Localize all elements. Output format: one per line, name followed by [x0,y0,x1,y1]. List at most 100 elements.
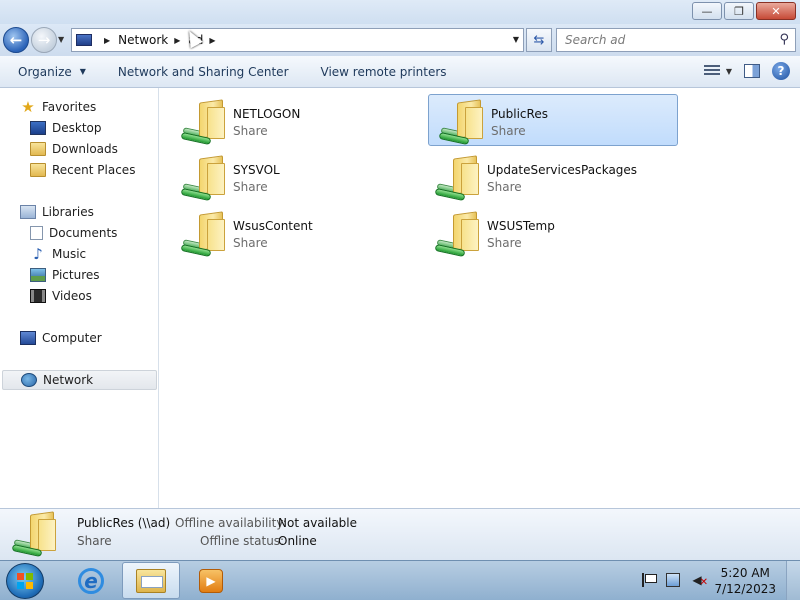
share-item-wsustemp[interactable]: WSUSTemp Share [424,206,674,258]
offline-status-label: Offline status: [200,534,285,548]
network-share-folder-icon [179,155,229,203]
network-status-icon[interactable] [666,573,680,587]
share-name: PublicRes [491,107,548,121]
share-name: NETLOGON [233,107,301,121]
window-controls: — ❐ ✕ [692,2,796,20]
taskbar-windows-explorer[interactable] [122,562,180,599]
navigation-bar: ← → ▼ ▶ Network ▶ ad ▶ ▼ ⇆ ⚲ [0,24,800,56]
notification-area: ◀ ✕ [642,573,708,588]
search-box[interactable]: ⚲ [556,28,796,52]
share-item-wsuscontent[interactable]: WsusContent Share [170,206,420,258]
taskbar: e ▶ ◀ ✕ 5:20 AM 7/12/2023 [0,560,800,600]
music-note-icon: ♪ [33,245,43,263]
sidebar-item-music[interactable]: ♪ Music [30,244,86,264]
sidebar-item-desktop[interactable]: Desktop [30,118,102,138]
show-desktop-button[interactable] [786,561,800,600]
maximize-button[interactable]: ❐ [724,2,754,20]
navigation-pane: ★ Favorites Desktop Downloads Recent Pla… [0,88,159,508]
sidebar-item-label: Downloads [52,142,118,156]
sidebar-item-label: Network [43,373,94,387]
desktop-icon [30,121,46,135]
network-sharing-center-button[interactable]: Network and Sharing Center [100,65,303,79]
sidebar-item-videos[interactable]: Videos [30,286,92,306]
address-bar[interactable]: ▶ Network ▶ ad ▶ ▼ [71,28,524,52]
title-bar: — ❐ ✕ [0,0,800,24]
breadcrumb-network[interactable]: Network [118,33,168,47]
refresh-button[interactable]: ⇆ [526,28,552,52]
share-type: Share [487,236,522,250]
change-view-icon[interactable] [703,64,720,78]
details-item-type: Share [77,534,112,548]
star-icon: ★ [21,98,35,116]
action-center-flag-icon[interactable] [642,573,657,587]
share-type: Share [487,180,522,194]
offline-status-value: Online [278,534,317,548]
share-item-netlogon[interactable]: NETLOGON Share [170,94,420,146]
network-location-icon [76,34,92,46]
details-pane: PublicRes (\\ad) Share Offline availabil… [0,508,800,560]
share-type: Share [233,236,268,250]
breadcrumb-separator-icon[interactable]: ▶ [209,36,215,45]
volume-muted-icon[interactable]: ◀ ✕ [690,573,708,588]
back-button[interactable]: ← [3,27,29,53]
film-icon [30,289,46,303]
view-controls: ▼ ? [703,62,790,80]
preview-pane-icon[interactable] [744,64,760,78]
network-share-folder-icon [433,155,483,203]
picture-icon [30,268,46,282]
network-share-folder-icon [179,99,229,147]
view-remote-printers-button[interactable]: View remote printers [303,65,461,79]
internet-explorer-icon: e [78,567,104,594]
sidebar-item-label: Recent Places [52,163,136,177]
share-name: WSUSTemp [487,219,555,233]
windows-explorer-icon [136,568,166,593]
sidebar-item-libraries[interactable]: Libraries [20,202,94,222]
forward-button[interactable]: → [31,27,57,53]
breadcrumb-separator-icon[interactable]: ▶ [174,36,180,45]
organize-label: Organize [18,64,72,79]
minimize-button[interactable]: — [692,2,722,20]
document-icon [30,226,43,240]
sidebar-item-recent-places[interactable]: Recent Places [30,160,135,180]
start-button[interactable] [6,563,44,599]
sidebar-item-favorites[interactable]: ★ Favorites [20,97,96,117]
view-options-dropdown-icon[interactable]: ▼ [726,67,732,76]
share-type: Share [491,124,526,138]
taskbar-media-player[interactable]: ▶ [182,562,240,599]
details-item-name: PublicRes (\\ad) [77,516,171,530]
sidebar-item-network[interactable]: Network [2,370,157,390]
sidebar-item-pictures[interactable]: Pictures [30,265,100,285]
sidebar-item-label: Computer [42,331,102,345]
sidebar-item-documents[interactable]: Documents [30,223,117,243]
organize-button[interactable]: Organize ▼ [0,65,100,79]
sidebar-item-downloads[interactable]: Downloads [30,139,118,159]
share-type: Share [233,180,268,194]
share-item-sysvol[interactable]: SYSVOL Share [170,150,420,202]
clock-time: 5:20 AM [720,566,770,580]
address-dropdown-icon[interactable]: ▼ [513,35,519,44]
network-share-folder-icon [179,211,229,259]
folder-icon [30,163,46,177]
search-input[interactable] [565,33,765,47]
taskbar-internet-explorer[interactable]: e [62,562,120,599]
sidebar-item-label: Favorites [42,100,97,114]
breadcrumb-separator-icon[interactable]: ▶ [104,36,110,45]
share-type: Share [233,124,268,138]
file-list: NETLOGON Share PublicRes Share SYSVOL Sh… [160,88,800,508]
system-clock[interactable]: 5:20 AM 7/12/2023 [714,565,776,597]
view-remote-printers-label: View remote printers [320,64,447,79]
sidebar-item-label: Libraries [42,205,94,219]
recent-pages-dropdown-icon[interactable]: ▼ [58,35,64,44]
sidebar-item-label: Music [52,247,87,261]
share-item-publicres[interactable]: PublicRes Share [428,94,678,146]
sidebar-item-label: Pictures [52,268,100,282]
share-item-updateservicespackages[interactable]: UpdateServicesPackages Share [424,150,674,202]
help-icon[interactable]: ? [772,62,790,80]
command-bar: Organize ▼ Network and Sharing Center Vi… [0,56,800,88]
share-name: SYSVOL [233,163,280,177]
close-button[interactable]: ✕ [756,2,796,20]
sidebar-item-computer[interactable]: Computer [20,328,102,348]
search-icon[interactable]: ⚲ [779,32,789,47]
share-name: WsusContent [233,219,313,233]
chevron-down-icon: ▼ [79,67,86,76]
